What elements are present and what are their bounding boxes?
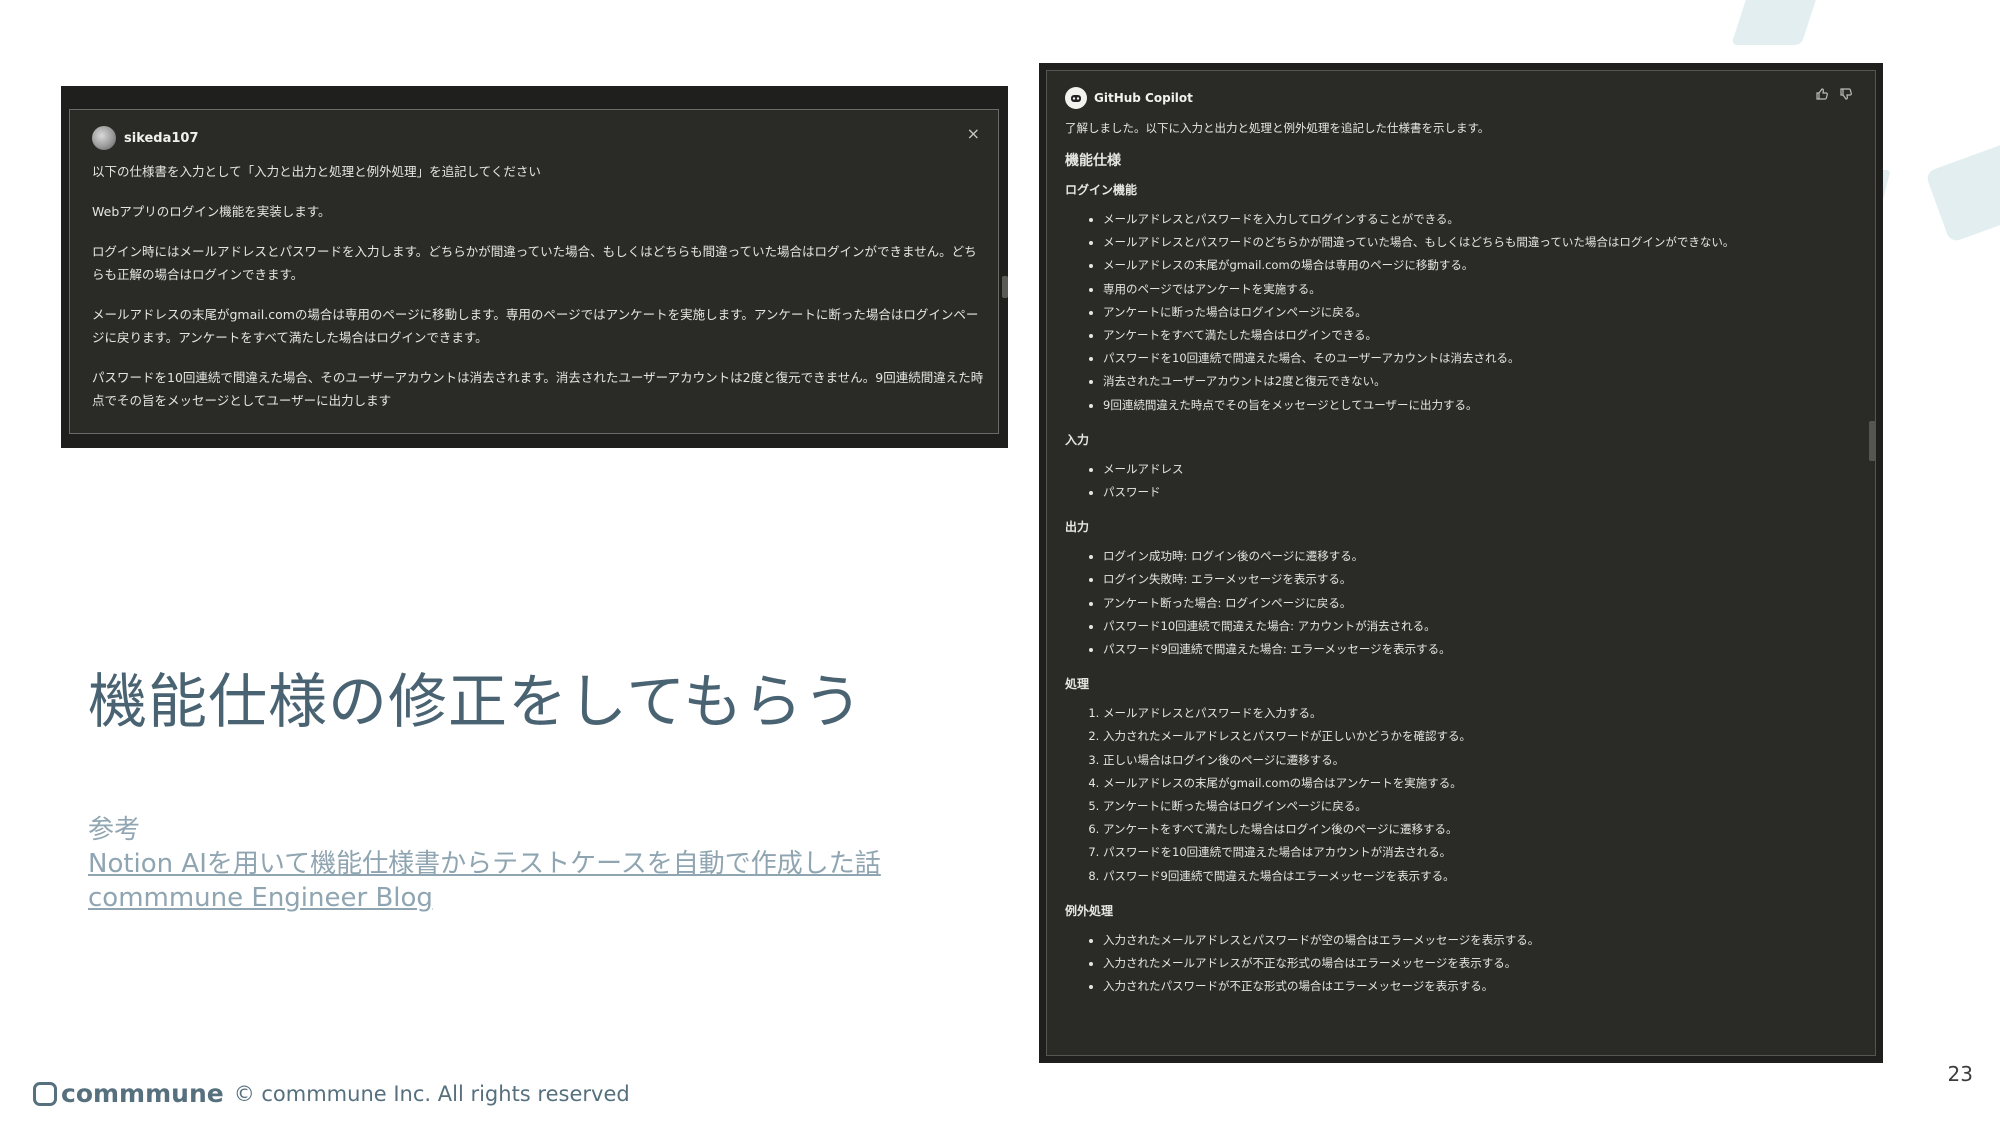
list-item: メールアドレス — [1103, 458, 1855, 481]
copilot-intro: 了解しました。以下に入力と出力と処理と例外処理を追記した仕様書を示します。 — [1065, 121, 1490, 135]
list-item: パスワードを10回連続で間違えた場合、そのユーザーアカウントは消去される。 — [1103, 347, 1855, 370]
message-paragraph: ログイン時にはメールアドレスとパスワードを入力します。どちらかが間違っていた場合… — [92, 244, 977, 282]
list-item: 入力されたパスワードが不正な形式の場合はエラーメッセージを表示する。 — [1103, 975, 1855, 998]
copilot-panel: GitHub Copilot 了解しました。以下に入力と出力と処理と例外処理を追… — [1046, 70, 1876, 1056]
list-item: ログイン成功時: ログイン後のページに遷移する。 — [1103, 545, 1855, 568]
list-item: 専用のページではアンケートを実施する。 — [1103, 278, 1855, 301]
list-item: アンケートに断った場合はログインページに戻る。 — [1103, 795, 1855, 818]
copyright: © commmune Inc. All rights reserved — [233, 1081, 630, 1106]
commmune-logo-icon — [33, 1081, 57, 1106]
spec-list: メールアドレスとパスワードを入力してログインすることができる。メールアドレスとパ… — [1065, 208, 1855, 417]
spec-list: 入力されたメールアドレスとパスワードが空の場合はエラーメッセージを表示する。入力… — [1065, 929, 1855, 999]
thumbs-up-icon[interactable] — [1815, 87, 1829, 105]
close-icon[interactable]: × — [967, 124, 980, 143]
user-chat-panel: sikeda107 × 以下の仕様書を入力として「入力と出力と処理と例外処理」を… — [69, 109, 999, 434]
list-item: パスワード9回連続で間違えた場合: エラーメッセージを表示する。 — [1103, 638, 1855, 661]
decorative-shape — [1924, 141, 2000, 244]
list-item: メールアドレスとパスワードを入力する。 — [1103, 702, 1855, 725]
message-paragraph: Webアプリのログイン機能を実装します。 — [92, 204, 331, 219]
list-item: メールアドレスとパスワードを入力してログインすることができる。 — [1103, 208, 1855, 231]
username: sikeda107 — [124, 130, 199, 146]
user-chat-screenshot: sikeda107 × 以下の仕様書を入力として「入力と出力と処理と例外処理」を… — [61, 86, 1008, 448]
list-item: メールアドレスの末尾がgmail.comの場合はアンケートを実施する。 — [1103, 772, 1855, 795]
brand-logo: commmune — [33, 1079, 224, 1108]
user-avatar-icon — [92, 126, 116, 150]
list-item: アンケートに断った場合はログインページに戻る。 — [1103, 301, 1855, 324]
spec-section-title: 処理 — [1065, 677, 1090, 692]
decorative-shape — [1731, 0, 1829, 45]
spec-sections: ログイン機能メールアドレスとパスワードを入力してログインすることができる。メール… — [1065, 181, 1855, 998]
spec-heading: 機能仕様 — [1065, 153, 1121, 169]
reference-link-blog[interactable]: commmune Engineer Blog — [88, 881, 881, 915]
spec-list: メールアドレスとパスワードを入力する。入力されたメールアドレスとパスワードが正し… — [1065, 702, 1855, 888]
user-message: 以下の仕様書を入力として「入力と出力と処理と例外処理」を追記してください Web… — [92, 160, 987, 429]
message-paragraph: メールアドレスの末尾がgmail.comの場合は専用のページに移動します。専用の… — [92, 307, 979, 345]
list-item: 9回連続間違えた時点でその旨をメッセージとしてユーザーに出力する。 — [1103, 394, 1855, 417]
reference-link-article[interactable]: Notion AIを用いて機能仕様書からテストケースを自動で作成した話 — [88, 847, 881, 881]
list-item: アンケートをすべて満たした場合はログイン後のページに遷移する。 — [1103, 818, 1855, 841]
slide-title: 機能仕様の修正をしてもらう — [88, 667, 864, 736]
brand-name: commmune — [61, 1079, 224, 1108]
spec-section-title: 出力 — [1065, 520, 1090, 535]
scrollbar[interactable] — [1869, 421, 1876, 461]
list-item: パスワードを10回連続で間違えた場合はアカウントが消去される。 — [1103, 841, 1855, 864]
feedback-actions — [1815, 87, 1853, 105]
copilot-logo-icon — [1065, 87, 1087, 109]
list-item: メールアドレスとパスワードのどちらかが間違っていた場合、もしくはどちらも間違って… — [1103, 231, 1855, 254]
copilot-name: GitHub Copilot — [1094, 91, 1193, 105]
thumbs-down-icon[interactable] — [1839, 87, 1853, 105]
list-item: 入力されたメールアドレスとパスワードが正しいかどうかを確認する。 — [1103, 725, 1855, 748]
list-item: 入力されたメールアドレスとパスワードが空の場合はエラーメッセージを表示する。 — [1103, 929, 1855, 952]
list-item: アンケートをすべて満たした場合はログインできる。 — [1103, 324, 1855, 347]
spec-list: メールアドレスパスワード — [1065, 458, 1855, 504]
copilot-message: 了解しました。以下に入力と出力と処理と例外処理を追記した仕様書を示します。 機能… — [1065, 119, 1855, 1012]
list-item: メールアドレスの末尾がgmail.comの場合は専用のページに移動する。 — [1103, 254, 1855, 277]
spec-section-title: 例外処理 — [1065, 903, 1114, 918]
copilot-header: GitHub Copilot — [1065, 87, 1193, 109]
scrollbar[interactable] — [1002, 276, 1008, 298]
page-number: 23 — [1947, 1062, 1973, 1086]
list-item: パスワード — [1103, 481, 1855, 504]
spec-list: ログイン成功時: ログイン後のページに遷移する。ログイン失敗時: エラーメッセー… — [1065, 545, 1855, 661]
message-paragraph: 以下の仕様書を入力として「入力と出力と処理と例外処理」を追記してください — [92, 164, 541, 179]
reference-label: 参考 — [88, 815, 141, 845]
message-paragraph: パスワードを10回連続で間違えた場合、そのユーザーアカウントは消去されます。消去… — [92, 370, 984, 408]
list-item: 消去されたユーザーアカウントは2度と復元できない。 — [1103, 370, 1855, 393]
copilot-response-screenshot: GitHub Copilot 了解しました。以下に入力と出力と処理と例外処理を追… — [1039, 63, 1883, 1063]
chat-header: sikeda107 — [92, 126, 199, 150]
spec-section-title: ログイン機能 — [1065, 183, 1138, 197]
reference: 参考 Notion AIを用いて機能仕様書からテストケースを自動で作成した話 c… — [88, 813, 881, 915]
spec-section-title: 入力 — [1065, 432, 1090, 447]
footer: commmune © commmune Inc. All rights rese… — [33, 1079, 630, 1108]
list-item: 入力されたメールアドレスが不正な形式の場合はエラーメッセージを表示する。 — [1103, 952, 1855, 975]
list-item: 正しい場合はログイン後のページに遷移する。 — [1103, 749, 1855, 772]
list-item: アンケート断った場合: ログインページに戻る。 — [1103, 592, 1855, 615]
list-item: パスワード9回連続で間違えた場合はエラーメッセージを表示する。 — [1103, 865, 1855, 888]
list-item: パスワード10回連続で間違えた場合: アカウントが消去される。 — [1103, 615, 1855, 638]
list-item: ログイン失敗時: エラーメッセージを表示する。 — [1103, 568, 1855, 591]
